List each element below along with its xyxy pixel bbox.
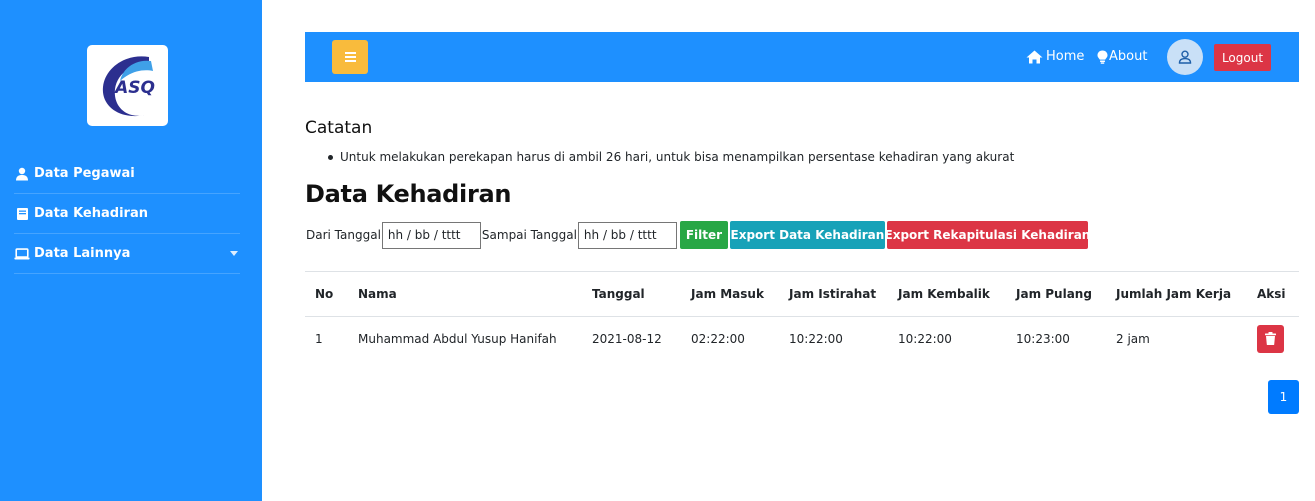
cell-jam-istirahat: 10:22:00 (789, 331, 843, 346)
user-avatar-button[interactable] (1167, 39, 1203, 75)
from-date-input[interactable]: hh / bb / tttt (381, 221, 481, 249)
column-header-no: No (305, 272, 358, 317)
chevron-down-icon (230, 251, 238, 256)
bullet-icon (328, 154, 333, 160)
sidebar-item-label: Data Lainnya (34, 246, 131, 261)
attendance-table: No Nama Tanggal Jam Masuk Jam Istirahat … (305, 271, 1299, 361)
column-header-jam-pulang: Jam Pulang (1016, 272, 1116, 317)
user-icon (14, 166, 30, 182)
column-header-jam-masuk: Jam Masuk (691, 272, 789, 317)
export-rekapitulasi-button[interactable]: Export Rekapitulasi Kehadiran (885, 221, 1090, 249)
lightbulb-icon (1097, 50, 1108, 64)
hamburger-icon-line (344, 56, 356, 58)
cell-jam-masuk: 02:22:00 (691, 331, 745, 346)
user-icon (1178, 50, 1192, 64)
hamburger-icon (344, 52, 356, 54)
sidebar-item-data-lainnya[interactable]: Data Lainnya (14, 234, 240, 274)
column-header-nama: Nama (358, 272, 592, 317)
filter-button[interactable]: Filter (679, 221, 728, 249)
cell-nama: Muhammad Abdul Yusup Hanifah (358, 331, 557, 346)
top-navbar: Home About Logout (305, 32, 1299, 82)
cell-jam-kembalik: 10:22:00 (898, 331, 952, 346)
pagination-page-button[interactable]: 1 (1268, 380, 1299, 414)
book-icon (14, 206, 30, 222)
sidebar-item-label: Data Kehadiran (34, 206, 148, 221)
column-header-jam-istirahat: Jam Istirahat (789, 272, 898, 317)
to-date-input[interactable]: hh / bb / tttt (577, 221, 677, 249)
cell-jam-pulang: 10:23:00 (1016, 331, 1070, 346)
from-date-label: Dari Tanggal (306, 228, 381, 242)
column-header-aksi: Aksi (1257, 272, 1299, 317)
sidebar-item-data-pegawai[interactable]: Data Pegawai (14, 154, 240, 194)
asq-logo-icon: ASQ (102, 56, 155, 117)
delete-button[interactable] (1257, 324, 1284, 353)
table-header-row: No Nama Tanggal Jam Masuk Jam Istirahat … (305, 272, 1299, 317)
export-data-kehadiran-button[interactable]: Export Data Kehadiran (729, 221, 885, 249)
app-logo[interactable]: ASQ (87, 45, 168, 126)
logout-button[interactable]: Logout (1214, 44, 1271, 71)
column-header-jumlah-jam-kerja: Jumlah Jam Kerja (1116, 272, 1257, 317)
menu-toggle-button[interactable] (332, 40, 368, 74)
table-row: 1 Muhammad Abdul Yusup Hanifah 2021-08-1… (305, 316, 1299, 361)
nav-home-label: Home (1046, 49, 1085, 64)
column-header-tanggal: Tanggal (592, 272, 691, 317)
cell-no: 1 (315, 331, 323, 346)
nav-about-link[interactable]: About (1097, 49, 1147, 64)
trash-icon (1265, 332, 1276, 346)
notes-list-item: Untuk melakukan perekapan harus di ambil… (328, 150, 1014, 164)
hamburger-icon-line (344, 60, 356, 62)
sidebar-menu: Data Pegawai Data Kehadiran Data Lainnya (14, 154, 240, 274)
cell-tanggal: 2021-08-12 (592, 331, 662, 346)
sidebar-item-label: Data Pegawai (34, 166, 135, 181)
to-date-label: Sampai Tanggal (481, 228, 577, 242)
laptop-icon (14, 246, 30, 262)
column-header-jam-kembalik: Jam Kembalik (898, 272, 1016, 317)
notes-title: Catatan (305, 118, 373, 138)
notes-text: Untuk melakukan perekapan harus di ambil… (340, 150, 1015, 164)
sidebar-item-data-kehadiran[interactable]: Data Kehadiran (14, 194, 240, 234)
filter-form: Dari Tanggal hh / bb / tttt Sampai Tangg… (306, 221, 1090, 249)
svg-text:ASQ: ASQ (113, 78, 155, 98)
nav-home-link[interactable]: Home (1026, 49, 1084, 64)
cell-jumlah-jam-kerja: 2 jam (1116, 331, 1150, 346)
home-icon (1026, 50, 1043, 63)
sidebar: ASQ Data Pegawai Data Kehadiran Data Lai… (0, 0, 262, 501)
page-title: Data Kehadiran (305, 180, 512, 208)
nav-about-label: About (1109, 49, 1148, 64)
cell-aksi (1257, 316, 1299, 361)
